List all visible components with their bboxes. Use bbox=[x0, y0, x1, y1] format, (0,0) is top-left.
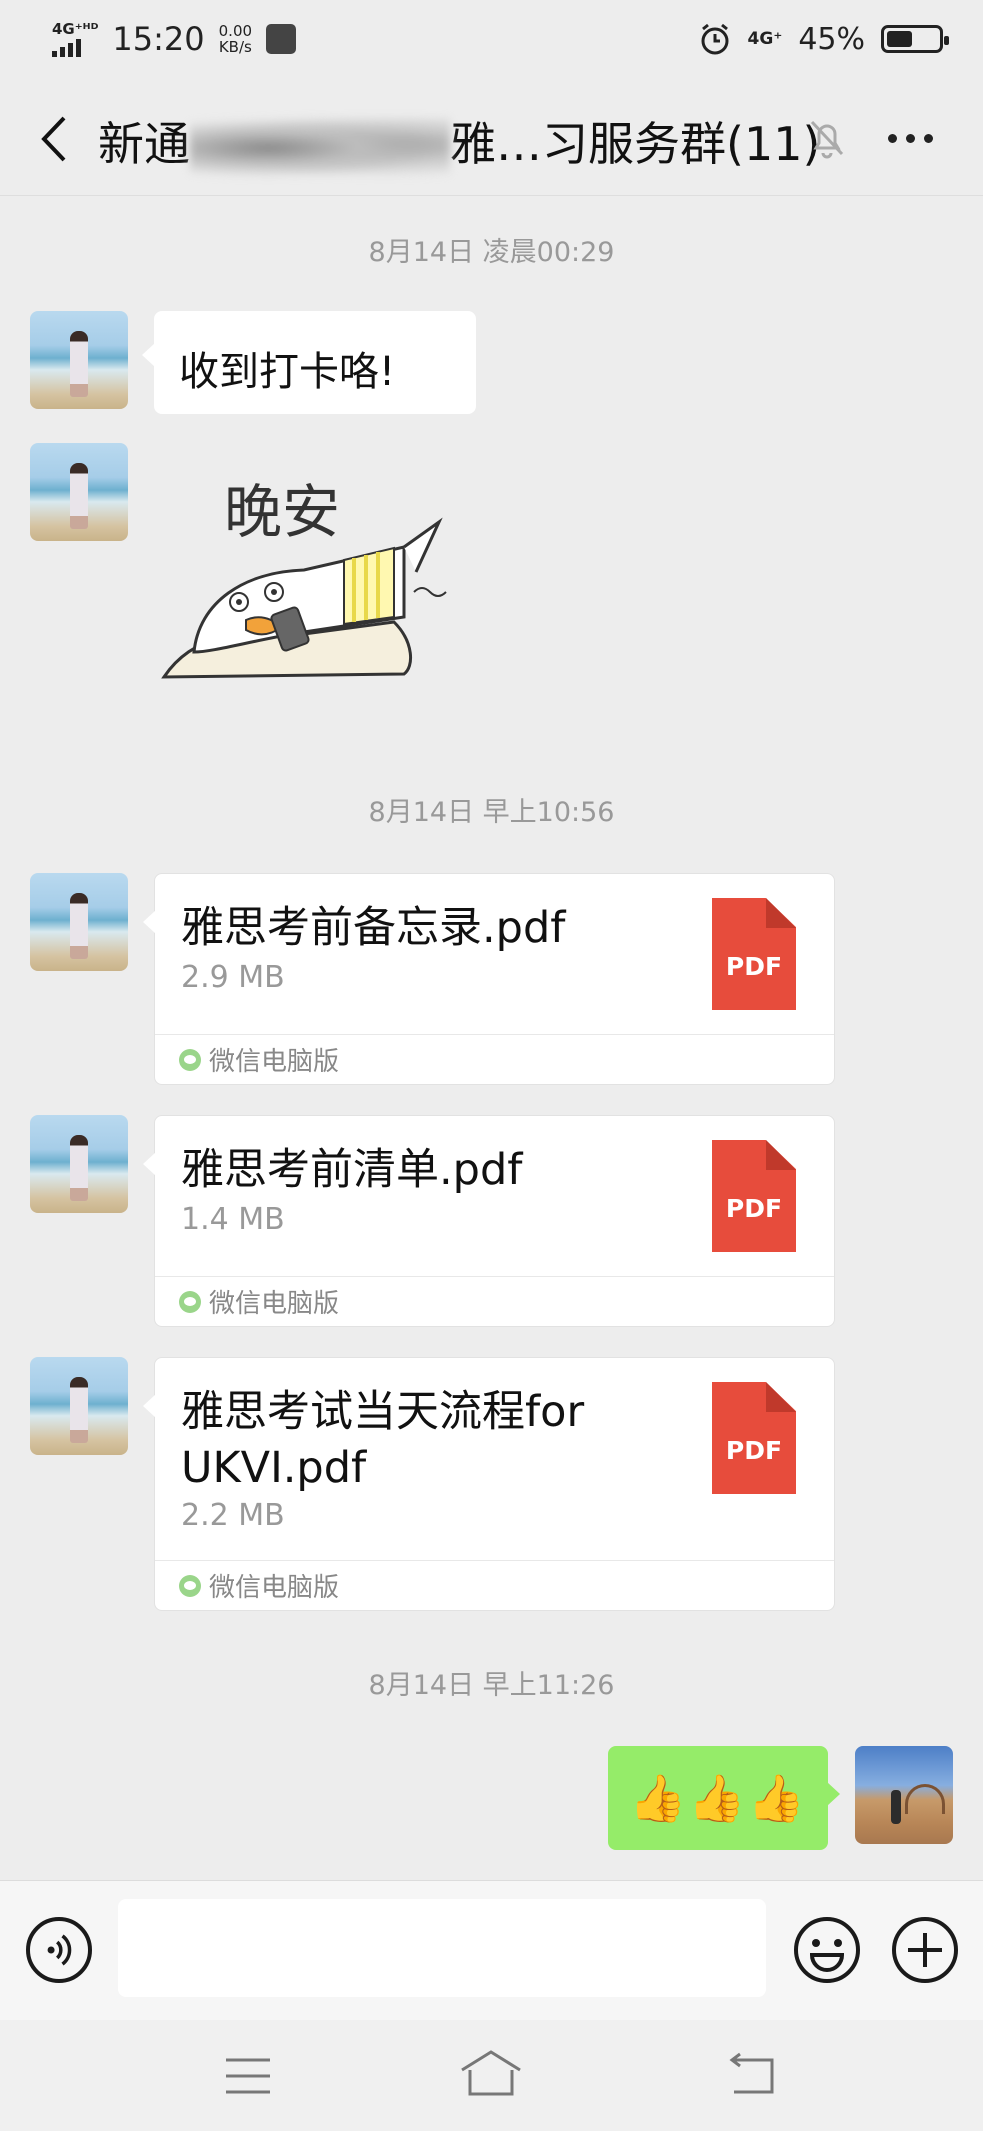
speed-value: 0.00 bbox=[218, 22, 253, 40]
chat-header: 新通 雅…习服务群(11) bbox=[0, 78, 983, 196]
avatar[interactable] bbox=[30, 443, 128, 541]
app-notification-icon bbox=[266, 24, 297, 54]
avatar[interactable] bbox=[30, 1115, 128, 1213]
system-nav-bar bbox=[0, 2020, 983, 2131]
battery-icon bbox=[881, 25, 949, 53]
file-message[interactable]: 雅思考前清单.pdf 1.4 MB PDF 微信电脑版 bbox=[143, 1115, 835, 1327]
pdf-icon-label: PDF bbox=[725, 1194, 783, 1223]
voice-icon[interactable] bbox=[26, 1917, 92, 1983]
status-time: 15:20 bbox=[112, 20, 205, 58]
alarm-icon bbox=[701, 23, 729, 55]
sticker-text: 晚安 bbox=[224, 478, 340, 546]
chat-title-start: 新通 bbox=[98, 117, 190, 171]
signal-bars-icon bbox=[52, 37, 98, 57]
signal-indicator: 4G⁺ᴴᴰ bbox=[52, 19, 99, 57]
file-source: 微信电脑版 bbox=[155, 1560, 834, 1610]
file-source-label: 微信电脑版 bbox=[209, 1289, 340, 1319]
message-input[interactable] bbox=[118, 1899, 766, 1997]
my-avatar[interactable] bbox=[855, 1746, 953, 1844]
status-bar: 4G⁺ᴴᴰ 15:20 0.00 KB/s 4G⁺ 45% bbox=[0, 0, 983, 78]
avatar[interactable] bbox=[30, 1357, 128, 1455]
chat-title-mid: 雅 bbox=[450, 117, 496, 171]
file-name: 雅思考前清单.pdf bbox=[181, 1145, 523, 1195]
chat-title-end: …习服务群(11) bbox=[496, 117, 821, 171]
network-type: 4G⁺ᴴᴰ bbox=[52, 19, 99, 38]
file-message[interactable]: 雅思考试当天流程forUKVI.pdf 2.2 MB PDF 微信电脑版 bbox=[143, 1357, 835, 1611]
input-bar bbox=[0, 1880, 983, 2020]
chat-title: 新通 雅…习服务群(11) bbox=[98, 108, 820, 178]
pdf-icon-label: PDF bbox=[725, 952, 783, 981]
wechat-icon bbox=[179, 1290, 201, 1313]
back-icon[interactable] bbox=[724, 2052, 776, 2096]
file-message[interactable]: 雅思考前备忘录.pdf 2.9 MB PDF 微信电脑版 bbox=[143, 873, 835, 1085]
file-name: 雅思考试当天流程forUKVI.pdf bbox=[181, 1387, 585, 1493]
file-source: 微信电脑版 bbox=[155, 1276, 834, 1326]
wechat-icon bbox=[179, 1574, 201, 1597]
avatar[interactable] bbox=[30, 873, 128, 971]
wechat-icon bbox=[179, 1048, 201, 1071]
chevron-left-icon[interactable] bbox=[36, 114, 76, 164]
emoji-icon[interactable] bbox=[792, 1915, 862, 1985]
speed-unit: KB/s bbox=[218, 38, 252, 56]
battery-level bbox=[887, 31, 913, 47]
more-dots-icon[interactable] bbox=[888, 134, 933, 143]
home-icon[interactable] bbox=[458, 2048, 524, 2098]
battery-percent: 45% bbox=[798, 21, 865, 57]
message-bubble[interactable]: 收到打卡咯! bbox=[142, 311, 476, 414]
file-size: 1.4 MB bbox=[181, 1202, 285, 1237]
file-name: 雅思考前备忘录.pdf bbox=[181, 903, 566, 953]
avatar[interactable] bbox=[30, 311, 128, 409]
file-size: 2.2 MB bbox=[181, 1498, 285, 1533]
timestamp: 8月14日 早上10:56 bbox=[368, 797, 615, 828]
network-type-right: 4G⁺ bbox=[747, 28, 783, 49]
file-source-label: 微信电脑版 bbox=[209, 1573, 340, 1603]
file-size: 2.9 MB bbox=[181, 960, 285, 995]
plus-icon[interactable] bbox=[890, 1915, 960, 1985]
bell-off-icon[interactable] bbox=[806, 116, 848, 160]
sticker-good-night[interactable]: 晚安 bbox=[154, 452, 454, 697]
timestamp: 8月14日 早上11:26 bbox=[368, 1670, 615, 1701]
my-message-bubble[interactable]: 👍👍👍 bbox=[608, 1746, 840, 1850]
timestamp: 8月14日 凌晨00:29 bbox=[368, 237, 615, 268]
menu-icon[interactable] bbox=[224, 2056, 272, 2096]
file-source-label: 微信电脑版 bbox=[209, 1047, 340, 1077]
pdf-icon-label: PDF bbox=[725, 1436, 783, 1465]
redacted-blur bbox=[190, 117, 450, 178]
file-source: 微信电脑版 bbox=[155, 1034, 834, 1084]
network-speed: 0.00 KB/s bbox=[219, 23, 252, 55]
